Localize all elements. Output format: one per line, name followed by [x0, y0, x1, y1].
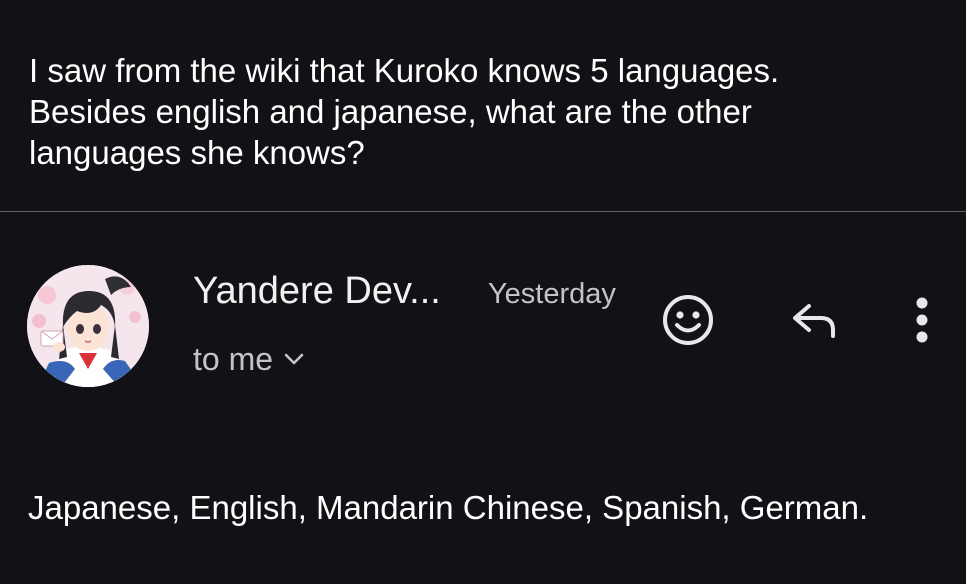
chevron-down-icon — [284, 353, 304, 365]
more-options-button[interactable] — [900, 292, 944, 348]
reply-message-body: Japanese, English, Mandarin Chinese, Spa… — [28, 489, 869, 526]
sender-name[interactable]: Yandere Dev... — [193, 268, 441, 314]
add-reaction-button[interactable] — [658, 292, 718, 348]
recipient-details-toggle[interactable]: to me — [193, 339, 305, 379]
reply-arrow-icon — [793, 304, 835, 338]
smiley-icon — [663, 295, 713, 345]
previous-message-body: I saw from the wiki that Kuroko knows 5 … — [29, 52, 780, 171]
message-timestamp: Yesterday — [488, 278, 616, 310]
email-thread: I saw from the wiki that Kuroko knows 5 … — [0, 0, 966, 584]
anime-girl-avatar — [27, 265, 149, 387]
recipient-label: to me — [193, 340, 274, 377]
sender-avatar[interactable] — [27, 265, 149, 387]
message-divider — [0, 211, 966, 212]
more-vertical-icon — [916, 297, 928, 343]
reply-button[interactable] — [785, 294, 843, 346]
